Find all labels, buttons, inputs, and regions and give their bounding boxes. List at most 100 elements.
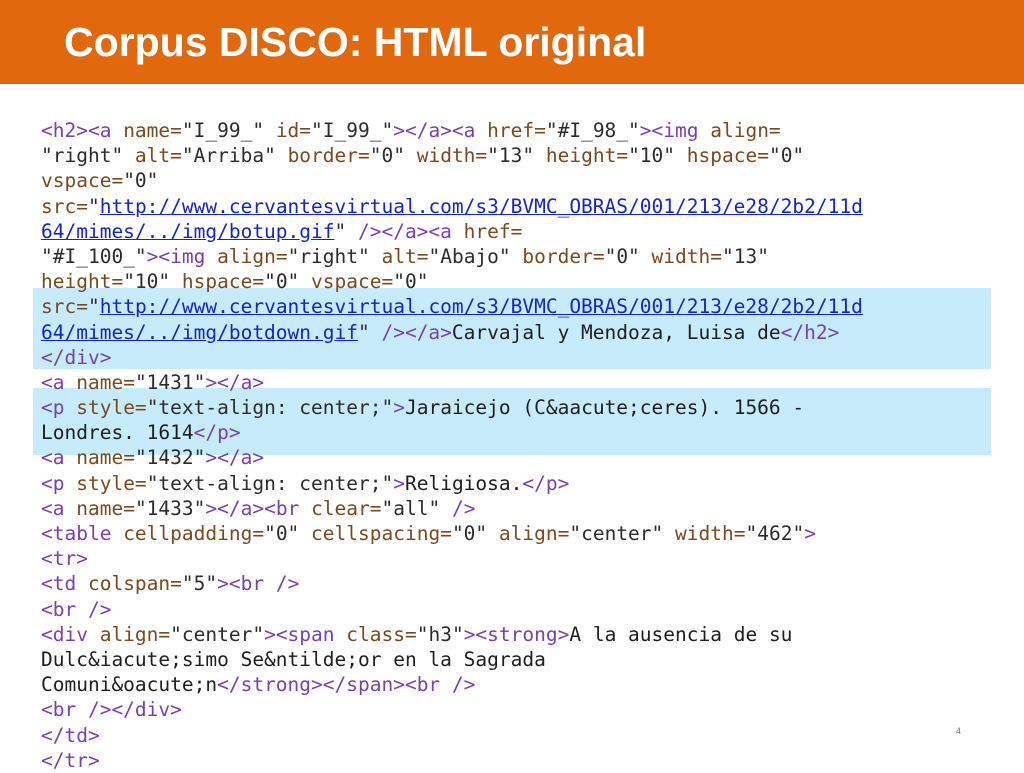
code-string: "0" [393, 270, 429, 294]
code-tag: </p> [522, 471, 570, 495]
code-string: "text-align: center;" [146, 471, 394, 495]
title-bar: Corpus DISCO: HTML original [0, 0, 1024, 84]
code-string: "text-align: center;" [146, 396, 394, 420]
code-string: " [87, 194, 100, 218]
code-line: vspace="0" [41, 168, 863, 193]
code-attribute: colspan= [87, 572, 182, 596]
code-string: "center" [170, 622, 265, 646]
code-attribute: width= [675, 522, 746, 545]
code-line: <table cellpadding="0" cellspacing="0" a… [41, 521, 863, 546]
code-text: Carvajal y Mendoza, Luisa de [451, 320, 781, 344]
code-string: "0" [264, 522, 312, 545]
code-line: <br /> [41, 597, 863, 622]
code-tag: ></a><a [393, 119, 488, 142]
code-line: Comuni&oacute;n</strong></span><br /> [41, 672, 863, 697]
code-tag: ><img [639, 119, 711, 142]
code-tag: > [393, 396, 405, 420]
code-attribute: clear= [311, 496, 382, 520]
code-string: "center" [569, 522, 676, 545]
code-tag: </h2> [780, 320, 840, 344]
code-link[interactable]: 64/mimes/../img/botdown.gif [41, 321, 358, 344]
code-link[interactable]: http://www.cervantesvirtual.com/s3/BVMC_… [100, 195, 863, 218]
code-string: " [334, 219, 358, 243]
code-line: 64/mimes/../img/botdown.gif" /></a>Carva… [41, 320, 863, 345]
code-line: </td> [41, 723, 863, 748]
code-attribute: src= [41, 194, 88, 218]
code-attribute: hspace= [686, 144, 769, 168]
html-code-listing: <h2><a name="I_99_" id="I_99_"></a><a hr… [41, 118, 863, 773]
code-tag: ><strong> [463, 622, 570, 646]
code-attribute: vspace= [41, 169, 124, 193]
code-attribute: name= [76, 370, 135, 394]
code-tag: <h2><a [41, 119, 124, 142]
code-line: </tr> [41, 748, 863, 773]
code-string: "0" [604, 244, 652, 268]
code-string: " [357, 320, 382, 344]
code-string: "1432" [134, 446, 206, 470]
code-string: "13" [722, 244, 769, 268]
code-text: Religiosa. [404, 471, 523, 495]
code-attribute: src= [41, 295, 88, 319]
code-text: Comuni&oacute;n [41, 673, 218, 697]
code-attribute: align= [99, 622, 171, 646]
code-line: <td colspan="5"><br /> [41, 571, 863, 596]
slide-title: Corpus DISCO: HTML original [64, 19, 647, 65]
code-tag: ><br /> [217, 572, 300, 596]
code-text: Jaraicejo (C&aacute;ceres). 1566 - [404, 396, 805, 420]
code-string: "Arriba" [181, 144, 288, 168]
code-tag: /></a><a [357, 219, 464, 243]
code-string: "1431" [134, 370, 206, 394]
code-string: "5" [181, 572, 218, 596]
code-string: "Abajo" [428, 244, 523, 268]
page-number: 4 [956, 726, 962, 736]
code-attribute: id= [275, 119, 312, 142]
code-tag: ><img [146, 244, 218, 268]
code-link[interactable]: 64/mimes/../img/botup.gif [41, 220, 335, 243]
code-link[interactable]: http://www.cervantesvirtual.com/s3/BVMC_… [100, 295, 863, 318]
code-attribute: border= [522, 244, 605, 268]
code-tag: <p [41, 396, 77, 420]
code-line: src="http://www.cervantesvirtual.com/s3/… [41, 294, 863, 319]
code-attribute: class= [346, 622, 417, 646]
code-string: "#I_100_" [41, 244, 147, 268]
code-line: Londres. 1614</p> [41, 420, 863, 445]
code-tag: </div> [41, 345, 112, 369]
code-tag: ></a><br [205, 496, 312, 520]
code-line: </div> [41, 345, 863, 370]
code-line: <a name="1431"></a> [41, 370, 863, 395]
code-tag: <br /> [41, 597, 112, 621]
code-tag: /></a> [381, 320, 452, 344]
code-tag: <br /></div> [41, 698, 182, 722]
code-tag: <div [41, 622, 100, 646]
code-attribute: style= [76, 396, 147, 420]
code-string: "#I_98_" [545, 119, 640, 142]
code-attribute: name= [76, 446, 135, 470]
code-line: <tr> [41, 546, 863, 571]
code-string: "462" [745, 522, 805, 545]
code-line: height="10" hspace="0" vspace="0" [41, 269, 863, 294]
code-line: <p style="text-align: center;">Jaraicejo… [41, 395, 863, 420]
code-tag: ></a> [205, 446, 265, 470]
code-string: "0" [451, 522, 499, 545]
code-tag: </td> [41, 723, 100, 747]
code-line: <a name="1432"></a> [41, 445, 863, 470]
code-tag: <a [41, 446, 77, 470]
code-string: "10" [123, 270, 182, 294]
code-line: <p style="text-align: center;">Religiosa… [41, 471, 863, 496]
code-attribute: height= [545, 144, 629, 168]
code-text: Dulc&iacute;simo Se&ntilde;or en la Sagr… [41, 647, 546, 671]
code-tag: > [393, 471, 405, 495]
code-string: "right" [41, 144, 135, 168]
code-attribute: name= [76, 496, 135, 520]
code-line: 64/mimes/../img/botup.gif" /></a><a href… [41, 219, 863, 244]
code-tag: <td [41, 572, 88, 596]
code-string: "0" [768, 144, 805, 168]
code-line: <h2><a name="I_99_" id="I_99_"></a><a hr… [41, 118, 863, 143]
code-tag: ><span [264, 622, 347, 646]
code-attribute: style= [76, 471, 147, 495]
code-string: "I_99_" [311, 119, 394, 142]
code-attribute: cellpadding= [123, 522, 265, 545]
code-string: "0" [369, 144, 417, 168]
code-attribute: border= [287, 144, 370, 168]
code-attribute: href= [463, 219, 523, 243]
